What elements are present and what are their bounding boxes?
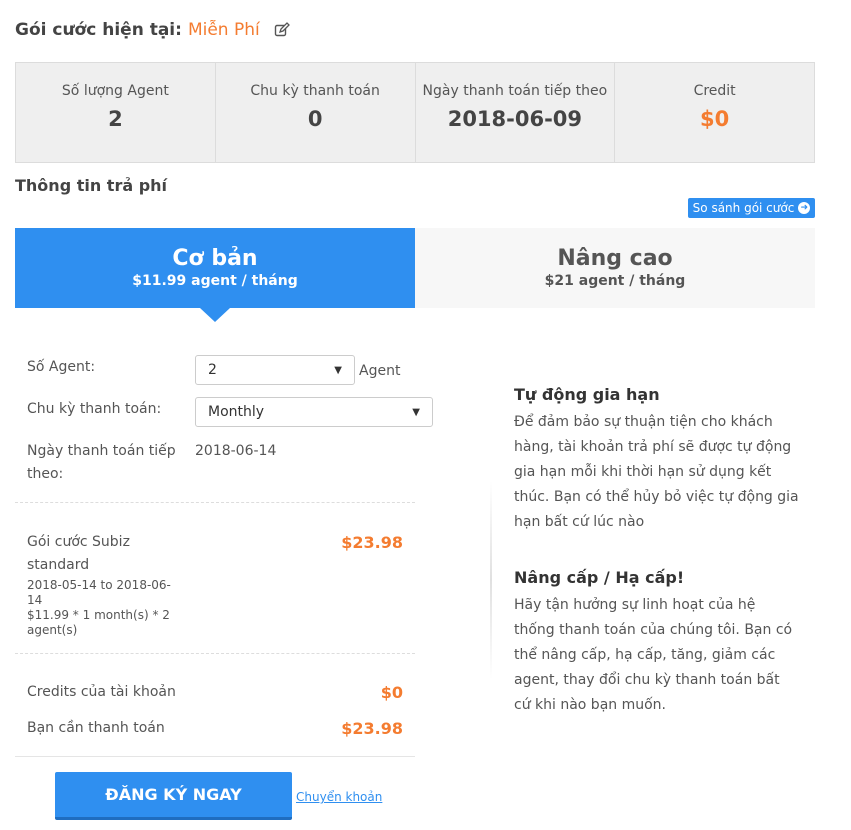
- stat-label: Ngày thanh toán tiếp theo: [422, 83, 608, 99]
- account-stats: Số lượng Agent 2 Chu kỳ thanh toán 0 Ngà…: [15, 62, 815, 163]
- stat-credit: Credit $0: [615, 63, 814, 162]
- stat-value: 0: [307, 107, 323, 131]
- stat-label: Chu kỳ thanh toán: [250, 83, 380, 99]
- current-plan-label: Gói cước hiện tại:: [15, 20, 182, 40]
- tab-advanced[interactable]: Nâng cao $21 agent / tháng: [415, 228, 815, 308]
- stat-value: $0: [700, 107, 730, 131]
- package-amount: $23.98: [341, 533, 403, 552]
- agent-count-label: Số Agent:: [27, 359, 96, 375]
- compare-plans-button[interactable]: So sánh gói cước ➜: [688, 198, 815, 218]
- upgrade-info: Nâng cấp / Hạ cấp! Hãy tận hưởng sự linh…: [514, 568, 799, 718]
- stat-agents: Số lượng Agent 2: [16, 63, 216, 162]
- column-separator: [490, 480, 492, 680]
- divider: [15, 756, 415, 757]
- billing-cycle-select[interactable]: Monthly ▼: [195, 397, 433, 427]
- auto-renew-text: Để đảm bảo sự thuận tiện cho khách hàng,…: [514, 414, 799, 530]
- plan-tabs: Cơ bản $11.99 agent / tháng Nâng cao $21…: [15, 228, 815, 322]
- tab-price: $11.99 agent / tháng: [132, 273, 298, 289]
- register-now-button[interactable]: ĐĂNG KÝ NGAY: [55, 772, 292, 820]
- agent-count-value: 2: [208, 362, 217, 378]
- stat-billing-cycle: Chu kỳ thanh toán 0: [216, 63, 416, 162]
- credits-label: Credits của tài khoản: [27, 684, 176, 700]
- compare-plans-label: So sánh gói cước: [692, 201, 795, 215]
- stat-value: 2018-06-09: [447, 107, 583, 131]
- tab-name: Nâng cao: [557, 246, 673, 271]
- current-plan-name: Miễn Phí: [187, 20, 260, 40]
- next-payment-date-value: 2018-06-14: [195, 443, 277, 459]
- caret-down-icon: ▼: [412, 406, 420, 418]
- agent-count-select[interactable]: 2 ▼: [195, 355, 355, 385]
- billing-cycle-value: Monthly: [208, 404, 265, 420]
- tab-basic[interactable]: Cơ bản $11.99 agent / tháng: [15, 228, 415, 322]
- caret-down-icon: ▼: [334, 364, 342, 376]
- tab-price: $21 agent / tháng: [544, 273, 686, 289]
- auto-renew-title: Tự động gia hạn: [514, 385, 660, 404]
- package-formula: $11.99 * 1 month(s) * 2 agent(s): [27, 608, 170, 637]
- billing-cycle-label: Chu kỳ thanh toán:: [27, 401, 162, 417]
- upgrade-title: Nâng cấp / Hạ cấp!: [514, 568, 685, 587]
- total-label: Bạn cần thanh toán: [27, 720, 165, 736]
- bank-transfer-link[interactable]: Chuyển khoản: [296, 790, 382, 804]
- divider: [15, 502, 415, 503]
- current-plan-header: Gói cước hiện tại: Miễn Phí: [15, 20, 290, 40]
- stat-next-payment: Ngày thanh toán tiếp theo 2018-06-09: [416, 63, 616, 162]
- stat-label: Số lượng Agent: [61, 83, 169, 99]
- payment-info-title: Thông tin trả phí: [15, 176, 168, 195]
- stat-value: 2: [108, 107, 123, 131]
- upgrade-text: Hãy tận hưởng sự linh hoạt của hệ thống …: [514, 597, 793, 713]
- agent-unit: Agent: [359, 363, 401, 379]
- stat-label: Credit: [693, 83, 736, 99]
- edit-icon[interactable]: [274, 22, 290, 38]
- next-payment-date-label: Ngày thanh toán tiếp theo:: [27, 443, 176, 482]
- divider: [15, 653, 415, 654]
- total-amount: $23.98: [341, 719, 403, 738]
- package-date-range: 2018-05-14 to 2018-06-14: [27, 578, 171, 607]
- auto-renew-info: Tự động gia hạn Để đảm bảo sự thuận tiện…: [514, 385, 799, 535]
- arrow-right-circle-icon: ➜: [798, 202, 811, 214]
- package-label: Gói cước Subiz standard: [27, 534, 130, 573]
- credits-amount: $0: [380, 683, 403, 702]
- tab-name: Cơ bản: [172, 246, 258, 271]
